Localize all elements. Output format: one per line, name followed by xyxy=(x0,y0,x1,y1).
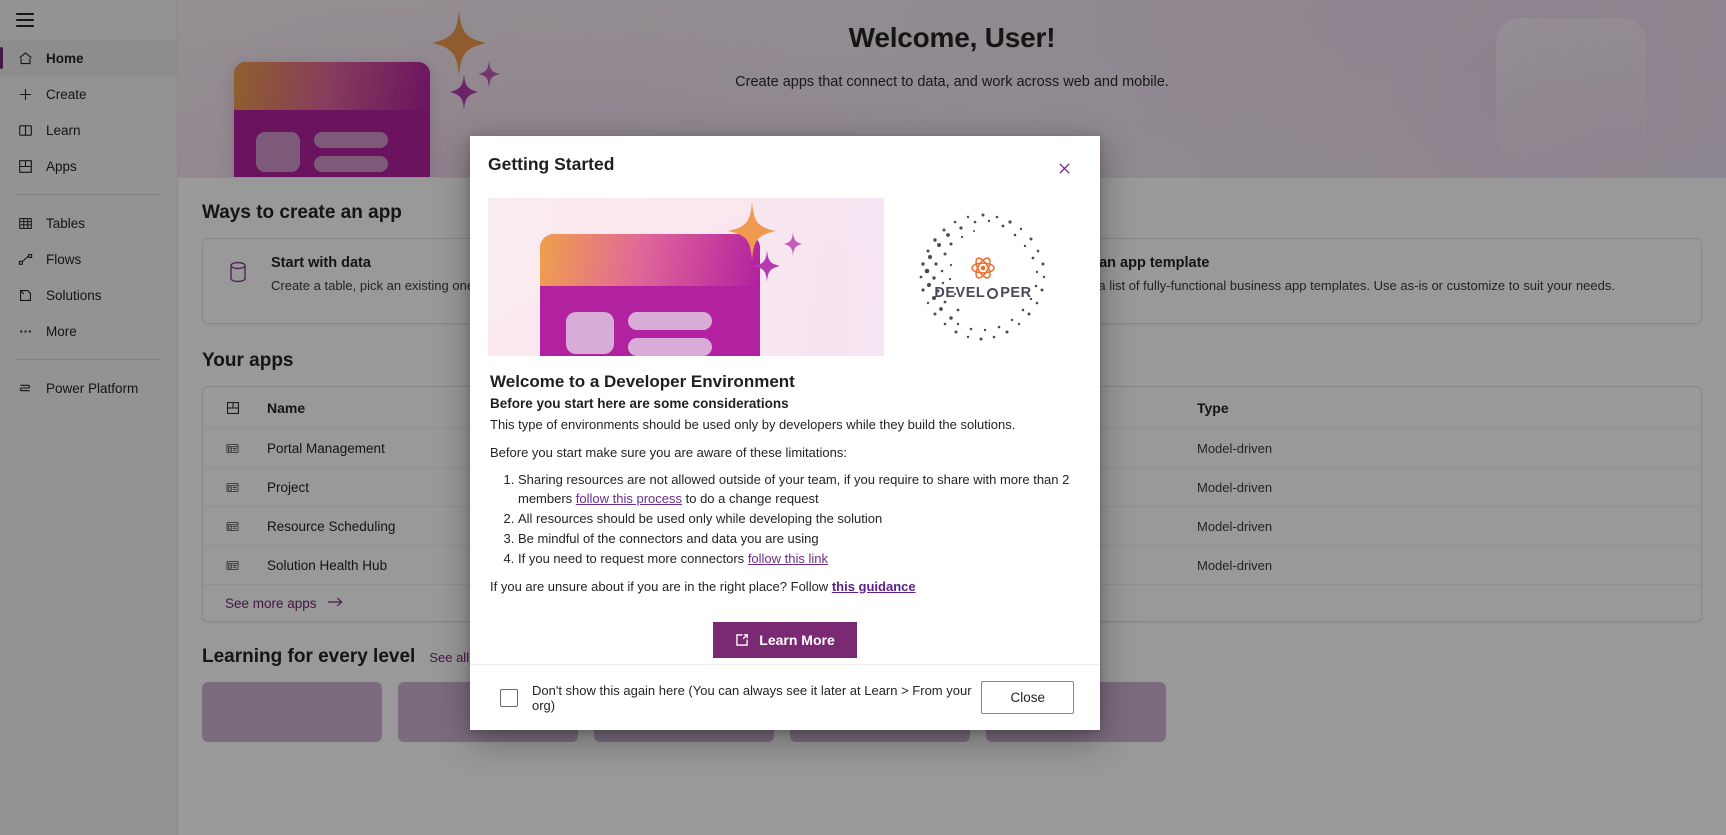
dialog-footer: Don't show this again here (You can alwa… xyxy=(470,664,1100,730)
list-item: All resources should be used only while … xyxy=(518,509,1080,528)
list-item: Be mindful of the connectors and data yo… xyxy=(518,529,1080,548)
dialog-closing-paragraph: If you are unsure about if you are in th… xyxy=(490,577,1080,597)
banner-app-card-art xyxy=(540,234,760,356)
dialog-paragraph-2: Before you start make sure you are aware… xyxy=(490,444,847,460)
dont-show-again-checkbox[interactable] xyxy=(500,688,518,707)
dialog-paragraph-1: This type of environments should be used… xyxy=(490,417,1016,432)
external-link-icon xyxy=(735,633,749,647)
this-guidance-link[interactable]: this guidance xyxy=(832,579,916,594)
banner-sparkle-small-icon xyxy=(784,232,802,256)
dialog-title: Getting Started xyxy=(488,154,615,174)
closing-text: If you are unsure about if you are in th… xyxy=(490,578,832,594)
close-icon[interactable] xyxy=(1050,154,1078,182)
list-item: Sharing resources are not allowed outsid… xyxy=(518,470,1080,508)
dialog-banner-image: DEVEL PER xyxy=(488,198,1082,356)
list-item-text: If you need to request more connectors xyxy=(518,551,748,567)
limitations-list: Sharing resources are not allowed outsid… xyxy=(518,470,1080,569)
dont-show-again-checkbox-wrapper[interactable]: Don't show this again here (You can alwa… xyxy=(500,683,981,713)
dialog-heading: Welcome to a Developer Environment xyxy=(490,372,795,391)
dialog-body: Welcome to a Developer Environment Befor… xyxy=(470,356,1100,664)
dialog-header: Getting Started xyxy=(470,136,1100,192)
follow-this-process-link[interactable]: follow this process xyxy=(576,491,682,506)
list-item-text: Be mindful of the connectors and data yo… xyxy=(518,531,819,547)
getting-started-dialog: Getting Started DEVEL PER Welcome to a D… xyxy=(470,136,1100,730)
banner-sparkle-medium-icon xyxy=(754,250,780,282)
learn-more-label: Learn More xyxy=(759,632,835,649)
follow-this-link-link[interactable]: follow this link xyxy=(748,551,828,566)
learn-more-button[interactable]: Learn More xyxy=(713,622,857,659)
app-root: Home Create Learn Apps Tables Flows Solu… xyxy=(0,0,1726,835)
developer-badge-panel: DEVEL PER xyxy=(884,198,1082,356)
dialog-subheading: Before you start here are some considera… xyxy=(490,396,789,411)
developer-badge: DEVEL PER xyxy=(917,211,1049,343)
list-item: If you need to request more connectors f… xyxy=(518,549,1080,568)
list-item-text: All resources should be used only while … xyxy=(518,511,883,527)
dont-show-again-label: Don't show this again here (You can alwa… xyxy=(532,682,972,713)
close-button[interactable]: Close xyxy=(981,681,1074,714)
badge-dotted-ring xyxy=(919,213,1046,341)
list-item-text-post: to do a change request xyxy=(682,491,819,507)
learn-more-row: Learn More xyxy=(490,622,1080,659)
